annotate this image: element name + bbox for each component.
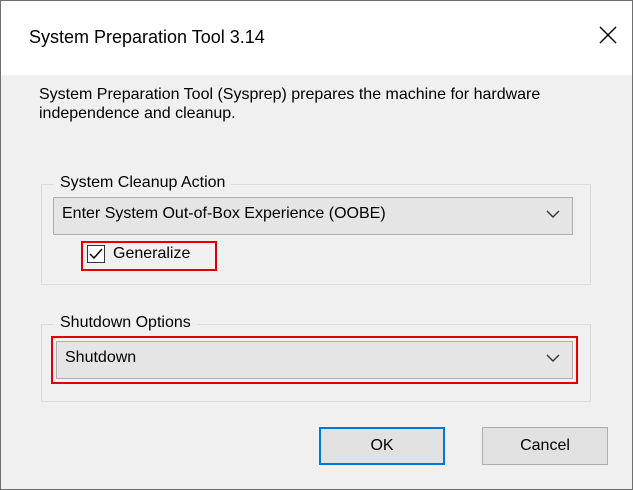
cleanup-action-selected: Enter System Out-of-Box Experience (OOBE…: [62, 205, 386, 222]
title-bar: System Preparation Tool 3.14: [1, 1, 632, 75]
generalize-highlight-box: [81, 241, 217, 271]
shutdown-highlight-box: [51, 336, 578, 384]
cancel-button[interactable]: Cancel: [482, 427, 608, 465]
close-button[interactable]: [584, 11, 632, 59]
shutdown-options-legend: Shutdown Options: [54, 313, 197, 333]
sysprep-dialog: System Preparation Tool 3.14 System Prep…: [0, 0, 633, 490]
close-icon: [599, 26, 617, 44]
description-text: System Preparation Tool (Sysprep) prepar…: [39, 86, 541, 122]
window-title: System Preparation Tool 3.14: [29, 27, 265, 47]
cleanup-action-dropdown[interactable]: Enter System Out-of-Box Experience (OOBE…: [53, 197, 573, 235]
chevron-down-icon: [546, 210, 560, 218]
cleanup-action-legend: System Cleanup Action: [54, 173, 232, 193]
ok-button[interactable]: OK: [319, 427, 445, 465]
